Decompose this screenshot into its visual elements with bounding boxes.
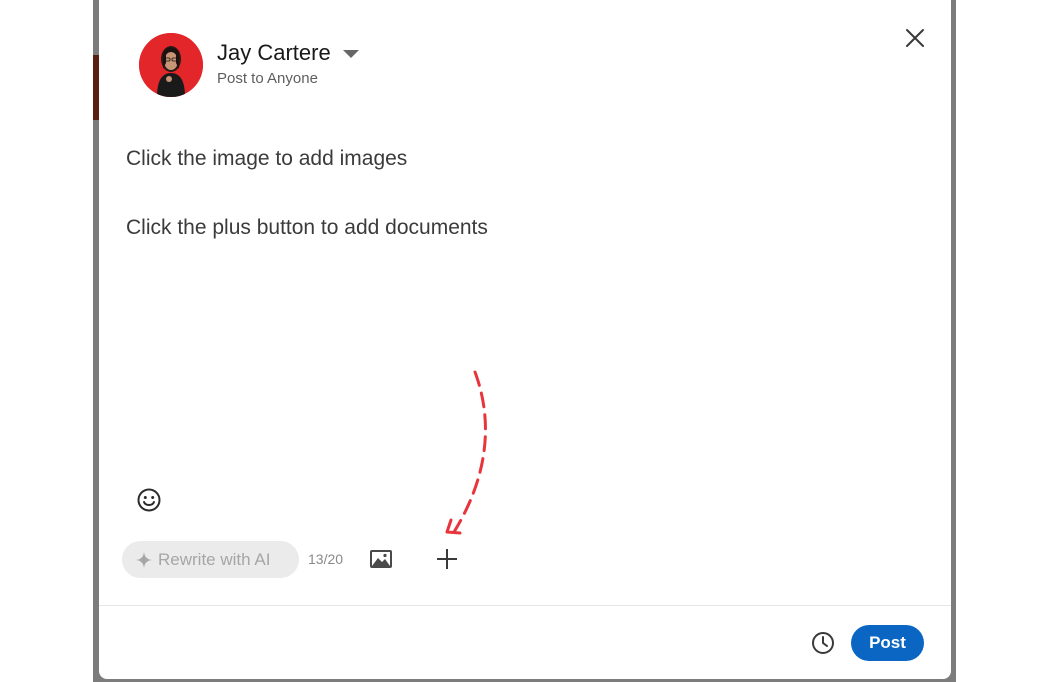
plus-icon [437,549,457,569]
add-document-button[interactable] [434,546,460,572]
composer-header: Jay Cartere Post to Anyone [139,33,739,97]
editor-line: Click the plus button to add documents [126,216,488,239]
composer-toolbar: Rewrite with AI 13/20 [122,541,722,579]
avatar [139,33,203,97]
rewrite-label: Rewrite with AI [158,549,271,569]
smiley-icon [137,488,161,512]
close-icon [906,29,924,47]
post-button[interactable]: Post [851,625,924,661]
clock-icon [812,632,834,654]
sparkle-icon [136,551,152,568]
rewrite-with-ai-button[interactable]: Rewrite with AI [122,541,299,578]
composer-footer: Post [99,606,951,679]
image-icon [370,550,392,568]
audience-label[interactable]: Post to Anyone [217,70,359,87]
post-composer-modal: Jay Cartere Post to Anyone Click the ima… [99,0,951,679]
author-name: Jay Cartere [217,40,331,65]
author-selector[interactable]: Jay Cartere [217,40,359,66]
author-identity: Jay Cartere Post to Anyone [217,40,359,87]
emoji-button[interactable] [135,486,163,514]
add-image-button[interactable] [368,547,394,571]
close-button[interactable] [897,20,933,56]
character-counter: 13/20 [308,551,344,567]
editor-line: Click the image to add images [126,147,408,170]
caret-down-icon [342,50,359,58]
post-text-editor[interactable]: Click the image to add images Click the … [126,147,906,240]
schedule-button[interactable] [810,630,836,656]
